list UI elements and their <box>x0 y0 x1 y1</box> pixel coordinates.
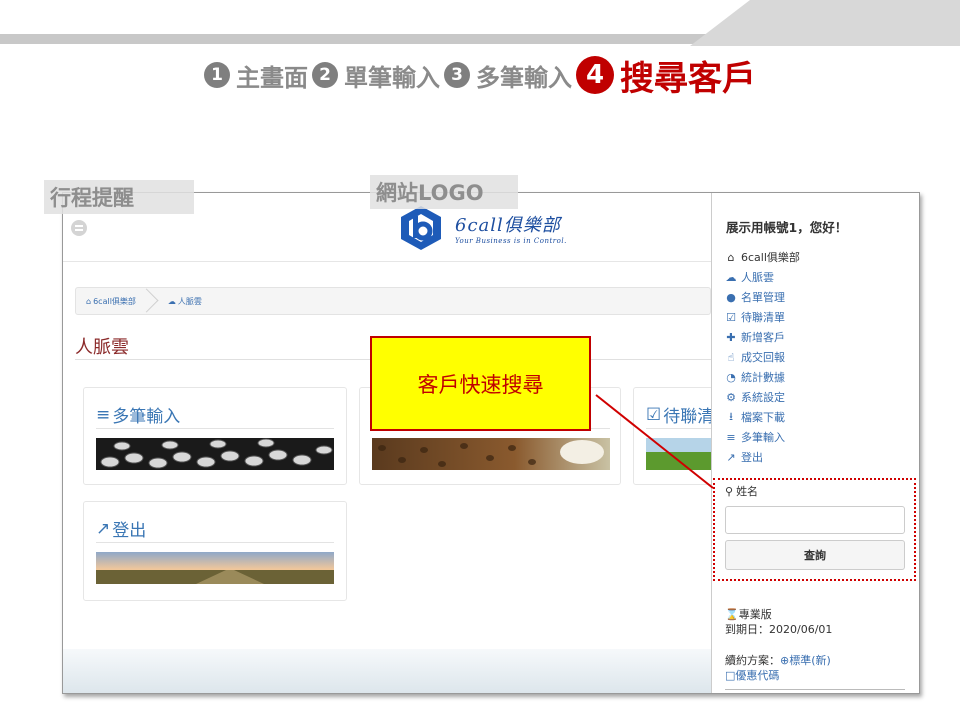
callout-pointer-line <box>595 394 714 489</box>
